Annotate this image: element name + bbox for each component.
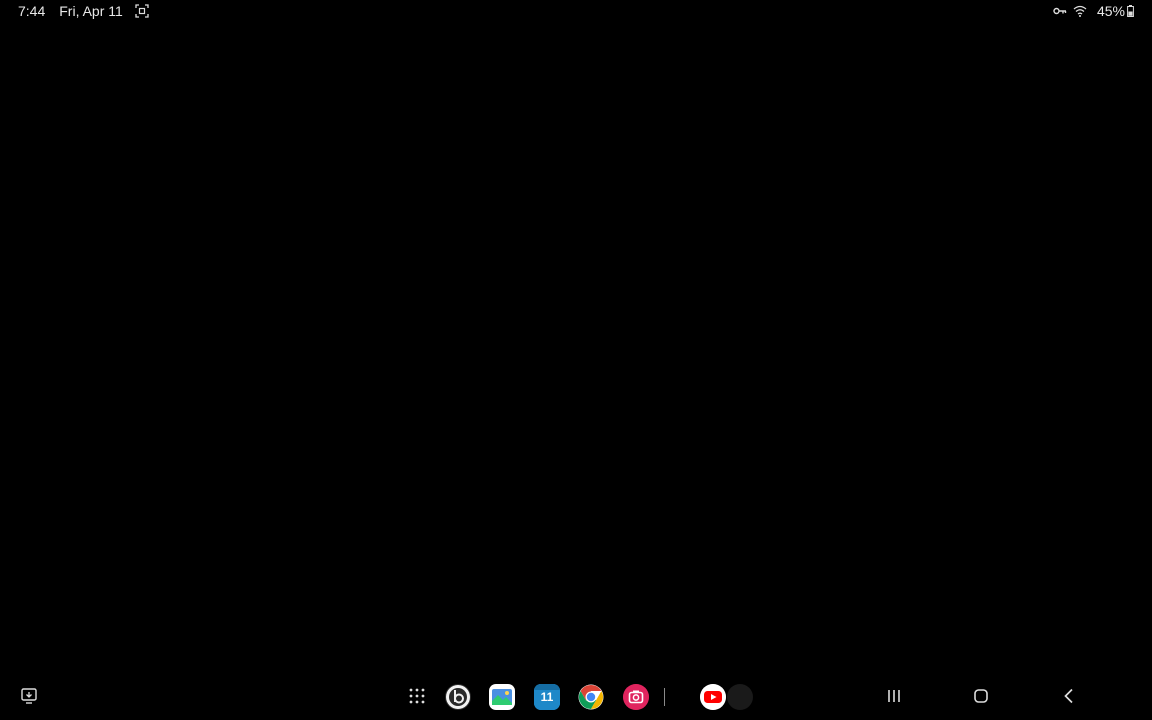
screen: 7:44 Fri, Apr 11 45% 11	[0, 0, 1152, 720]
grid-icon[interactable]	[404, 672, 430, 720]
calendar-day-label: 11	[540, 690, 554, 704]
screenshot-icon	[135, 4, 149, 18]
camera-icon[interactable]	[623, 684, 649, 710]
status-left: 7:44 Fri, Apr 11	[0, 3, 155, 19]
calendar-icon[interactable]: 11	[534, 684, 560, 710]
youtube-icon[interactable]	[700, 684, 726, 710]
battery-icon	[1127, 5, 1134, 17]
taskbar: 11	[0, 672, 1152, 720]
home-icon[interactable]	[967, 672, 995, 720]
beats-icon[interactable]	[445, 684, 471, 710]
date: Fri, Apr 11	[59, 3, 123, 19]
wifi-icon	[1073, 5, 1087, 17]
battery-percent: 45%	[1096, 3, 1125, 19]
back-icon[interactable]	[1055, 672, 1083, 720]
screen-capture-icon[interactable]	[16, 672, 42, 720]
dark-app-icon[interactable]	[727, 684, 753, 710]
vpn-key-icon	[1053, 6, 1067, 16]
status-right: 45%	[1053, 3, 1152, 19]
dock-divider	[664, 688, 665, 706]
app-content-area[interactable]	[0, 22, 1152, 672]
clock: 7:44	[18, 3, 46, 19]
chrome-icon[interactable]	[578, 684, 604, 710]
status-bar: 7:44 Fri, Apr 11 45%	[0, 0, 1152, 22]
gallery-icon[interactable]	[489, 684, 515, 710]
recents-icon[interactable]	[880, 672, 908, 720]
